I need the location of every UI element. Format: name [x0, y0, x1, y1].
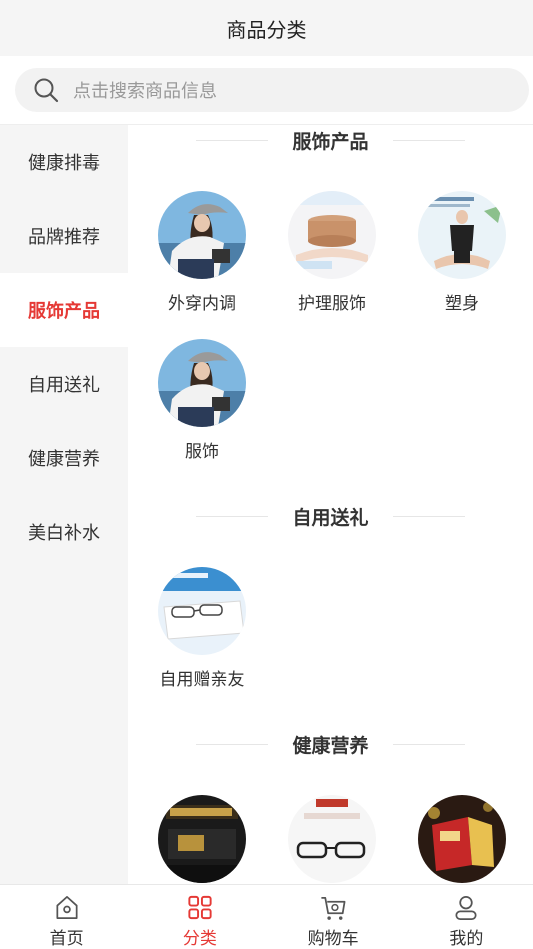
tab-label: 我的	[449, 929, 484, 949]
page-title: 商品分类	[226, 17, 307, 42]
divider	[196, 743, 269, 745]
category-item[interactable]: 服饰	[137, 339, 267, 462]
category-item-label: 塑身	[445, 294, 479, 314]
tab-cart[interactable]: 购物车	[267, 885, 400, 949]
category-item-label: 自用赠亲友	[159, 670, 245, 690]
tab-label: 分类	[182, 929, 217, 949]
category-image-shapewear	[418, 191, 506, 279]
divider	[392, 139, 465, 141]
sidebar-item-apparel[interactable]: 服饰产品	[0, 273, 128, 347]
sidebar-item-label: 品牌推荐	[28, 227, 100, 248]
category-image-woman-in-cap	[158, 339, 246, 427]
sidebar-item-label: 服饰产品	[28, 301, 100, 322]
category-content: 服饰产品 外穿内调 护理服饰 塑身 服饰 自用送礼 自用赠亲友 健康营养	[128, 125, 533, 884]
category-image-beige-band	[288, 191, 376, 279]
user-icon	[455, 895, 477, 920]
search-icon	[34, 78, 59, 103]
category-item[interactable]	[267, 795, 397, 883]
category-image-glasses-box	[158, 567, 246, 655]
top-bar: 商品分类	[0, 0, 533, 56]
search-bar-container: 点击搜索商品信息	[0, 56, 533, 125]
sidebar-item-brands[interactable]: 品牌推荐	[0, 199, 128, 273]
category-item[interactable]: 护理服饰	[267, 191, 397, 314]
category-item[interactable]: 塑身	[397, 191, 527, 314]
search-placeholder: 点击搜索商品信息	[73, 81, 217, 102]
sidebar-item-detox[interactable]: 健康排毒	[0, 125, 128, 199]
category-item-label: 护理服饰	[298, 294, 366, 314]
sidebar-item-nutrition[interactable]: 健康营养	[0, 421, 128, 495]
category-item[interactable]: 外穿内调	[137, 191, 267, 314]
category-image-glasses	[288, 795, 376, 883]
sidebar-item-whitening[interactable]: 美白补水	[0, 495, 128, 569]
section-title-text: 服饰产品	[292, 130, 369, 153]
section-title-text: 自用送礼	[292, 506, 369, 529]
home-icon	[56, 895, 78, 920]
tab-category[interactable]: 分类	[133, 885, 266, 949]
section-title-text: 健康营养	[292, 734, 369, 757]
section-title-nutrition: 健康营养	[128, 729, 533, 759]
divider	[392, 743, 465, 745]
tab-home[interactable]: 首页	[0, 885, 133, 949]
category-item[interactable]	[137, 795, 267, 883]
tab-label: 首页	[49, 929, 84, 949]
divider	[392, 515, 465, 517]
sidebar-item-label: 美白补水	[28, 523, 100, 544]
category-image-woman-in-cap	[158, 191, 246, 279]
section-title-gifts: 自用送礼	[128, 501, 533, 531]
divider	[196, 139, 269, 141]
bottom-tab-bar: 首页 分类 购物车 我的	[0, 884, 533, 949]
category-item[interactable]: 自用赠亲友	[137, 567, 267, 690]
tab-profile[interactable]: 我的	[400, 885, 533, 949]
cart-icon	[321, 896, 346, 920]
sidebar-item-label: 自用送礼	[28, 375, 100, 396]
category-icon	[188, 895, 212, 920]
sidebar-item-label: 健康排毒	[28, 153, 100, 174]
category-sidebar: 健康排毒 品牌推荐 服饰产品 自用送礼 健康营养 美白补水	[0, 125, 128, 884]
category-item-label: 外穿内调	[168, 294, 236, 314]
category-item[interactable]	[397, 795, 527, 883]
sidebar-item-gifts[interactable]: 自用送礼	[0, 347, 128, 421]
section-title-apparel: 服饰产品	[128, 125, 533, 155]
divider	[196, 515, 269, 517]
category-item-label: 服饰	[185, 442, 219, 462]
tab-label: 购物车	[307, 929, 359, 949]
search-input[interactable]: 点击搜索商品信息	[15, 68, 529, 112]
sidebar-item-label: 健康营养	[28, 449, 100, 470]
category-image-red-boxes	[418, 795, 506, 883]
category-image-dark-product	[158, 795, 246, 883]
